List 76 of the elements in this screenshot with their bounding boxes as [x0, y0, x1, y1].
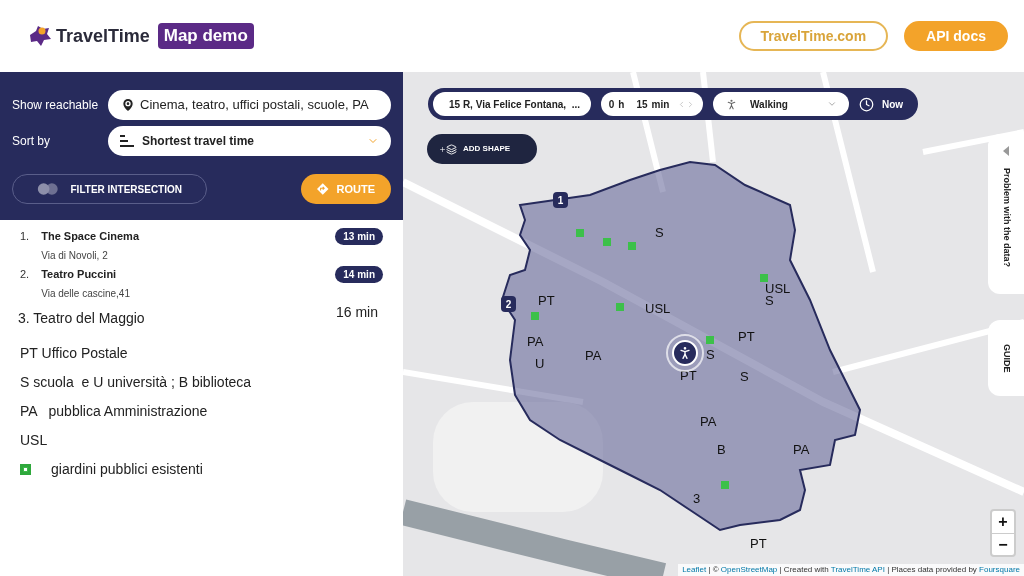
map-annotation: PT [750, 537, 767, 550]
sort-dropdown[interactable]: Shortest travel time [108, 126, 391, 156]
side-tab[interactable]: Problem with the data? [988, 134, 1024, 294]
origin-field[interactable]: 15 R, Via Felice Fontana, ... [433, 92, 591, 116]
map-annotation: 3 [693, 492, 701, 505]
annotation-text: 3. Teatro del Maggio [18, 309, 145, 328]
result-number: 1. [20, 229, 30, 244]
garden-marker-icon [721, 481, 729, 489]
legend-text: giardini pubblici esistenti [51, 460, 203, 479]
demo-badge: Map demo [157, 23, 254, 49]
legend-text: S scuola e U università ; B biblioteca [20, 373, 253, 392]
places-field[interactable]: Cinema, teatro, uffici postali, scuole, PA [108, 90, 391, 120]
walker-location-marker[interactable] [666, 334, 704, 372]
add-shape-button[interactable]: ADD SHAPE [427, 134, 537, 164]
travel-time-badge: 13 min [335, 228, 383, 245]
result-name: The Space Cinema [41, 229, 139, 244]
garden-swatch-icon [20, 464, 31, 475]
collapse-icon [1003, 146, 1009, 156]
plus-icon [439, 145, 446, 153]
attribution-link[interactable]: OpenStreetMap [720, 565, 778, 574]
result-item[interactable]: 1. The Space Cinema Via di Novoli, 2 13 min [20, 228, 383, 266]
result-name: Teatro Puccini [41, 267, 118, 282]
pin-icon [120, 97, 136, 113]
field-label: Sort by [12, 133, 51, 150]
map-annotation: PA [700, 415, 717, 428]
map-annotation: PA [585, 349, 602, 362]
zoom-button[interactable]: + [992, 511, 1014, 533]
map-annotation: S [765, 294, 774, 307]
logo-text: TravelTime [56, 24, 150, 48]
side-tab[interactable]: GUIDE [988, 320, 1024, 396]
map-attribution: Leaflet | © OpenStreetMap | Created with TravelTime API | Places data provided by Foursquare [678, 564, 1024, 576]
attribution-link[interactable]: Foursquare [979, 565, 1020, 574]
result-number: 2. [20, 267, 30, 282]
clock-icon [859, 96, 874, 112]
map-annotation: USL [765, 282, 791, 295]
garden-marker-icon [603, 238, 611, 246]
map-annotation: PA [793, 443, 810, 456]
map-annotation: S [740, 370, 749, 383]
legend-text: USL [20, 431, 49, 450]
garden-marker-icon [706, 336, 714, 344]
map-annotation: USL [645, 302, 671, 315]
annotation-text: 16 min [335, 303, 378, 322]
result-address: Via di Novoli, 2 [41, 248, 109, 263]
field-label: Show reachable [12, 97, 100, 114]
place-marker[interactable]: 2 [501, 296, 516, 312]
map-annotation: PT [738, 330, 755, 343]
mode-dropdown[interactable]: Walking [713, 92, 849, 116]
caret-icon [827, 99, 837, 109]
legend-text: PA pubblica Amministrazione [20, 402, 209, 421]
garden-marker-icon [576, 229, 584, 237]
map-annotation: B [717, 443, 726, 456]
attribution-link[interactable]: TravelTime API [830, 565, 885, 574]
garden-marker-icon [616, 303, 624, 311]
map-annotation: S [706, 348, 715, 361]
travel-time-badge: 14 min [335, 266, 383, 283]
map-annotation: U [535, 357, 545, 370]
map-annotation: PA [527, 335, 544, 348]
legend-text: PT Uffico Postale [20, 344, 129, 363]
departure-time-button[interactable]: Now [859, 96, 904, 112]
attribution-link[interactable]: Leaflet [682, 565, 707, 574]
map-annotation: PT [538, 294, 555, 307]
layers-icon [446, 143, 457, 155]
intersection-icon [37, 181, 59, 197]
result-item[interactable]: 2. Teatro Puccini Via delle cascine,41 14 min [20, 266, 383, 304]
street-map-drawing[interactable] [403, 72, 1024, 576]
zoom-button[interactable]: − [992, 533, 1014, 555]
route-icon [317, 181, 329, 197]
map-annotation: S [655, 226, 664, 239]
garden-marker-icon [628, 242, 636, 250]
map-annotation: PT [680, 369, 697, 382]
result-address: Via delle cascine,41 [41, 286, 130, 301]
place-marker[interactable]: 1 [553, 192, 568, 208]
garden-marker-icon [760, 274, 768, 282]
garden-marker-icon [531, 312, 539, 320]
sort-icon [120, 135, 134, 147]
logo-icon [28, 25, 52, 47]
